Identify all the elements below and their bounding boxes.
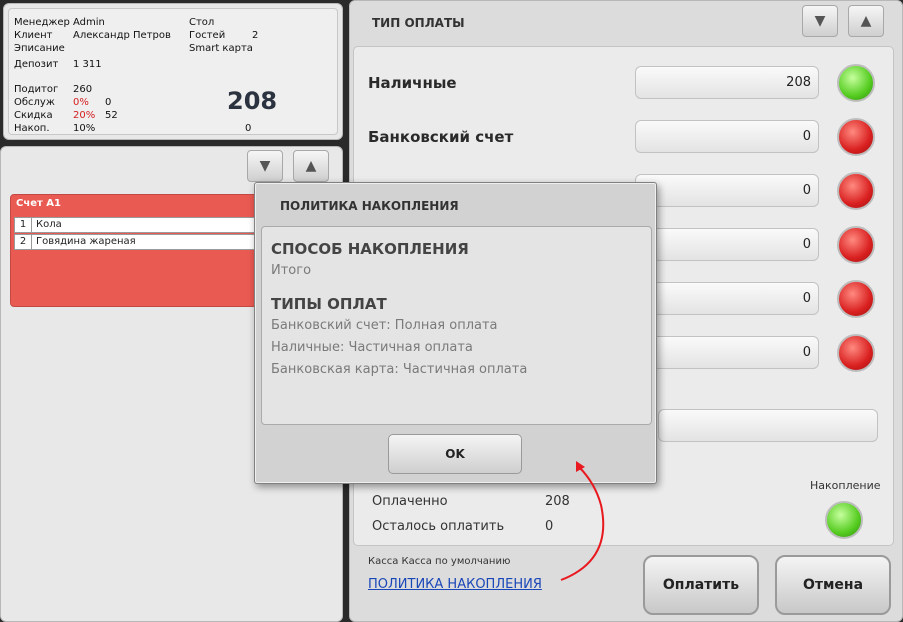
order-item-name: Кола (36, 219, 62, 230)
service-percent: 0% (73, 97, 89, 108)
dialog-title: ПОЛИТИКА НАКОПЛЕНИЯ (280, 199, 459, 213)
order-scroll-down-button[interactable]: ▼ (247, 150, 283, 182)
writeoff-label: Эписание (14, 43, 65, 54)
remaining-label: Осталось оплатить (372, 519, 505, 534)
manager-value: Admin (73, 17, 105, 28)
payment-type-rule: Банковская карта: Частичная оплата (271, 362, 528, 377)
deposit-value: 1 311 (73, 59, 102, 70)
status-indicator-inactive[interactable] (837, 226, 875, 264)
discount-value: 52 (105, 110, 118, 121)
payment-title: ТИП ОПЛАТЫ (372, 16, 465, 30)
payment-amount-field[interactable]: 0 (635, 336, 819, 369)
payment-amount-field[interactable]: 0 (635, 174, 819, 207)
remaining-value: 0 (545, 519, 554, 534)
chevron-down-icon: ▼ (259, 158, 271, 174)
discount-label: Скидка (14, 110, 53, 121)
paid-label: Оплаченно (372, 494, 448, 509)
order-scroll-up-button[interactable]: ▲ (293, 150, 329, 182)
accumulation-label: Накопление (810, 479, 881, 492)
accumulation-policy-dialog: ПОЛИТИКА НАКОПЛЕНИЯ СПОСОБ НАКОПЛЕНИЯ Ит… (254, 182, 657, 484)
subtotal-value: 260 (73, 84, 93, 95)
service-value: 0 (105, 97, 112, 108)
guests-value: 2 (252, 30, 259, 41)
payment-scroll-down-button[interactable]: ▼ (802, 5, 838, 37)
subtotal-label: Подитог (14, 84, 59, 95)
payment-amount-field[interactable]: 0 (635, 282, 819, 315)
payment-method-label: Наличные (368, 74, 457, 92)
payment-scroll-up-button[interactable]: ▲ (848, 5, 884, 37)
discount-percent: 20% (73, 110, 96, 121)
comment-field[interactable] (658, 409, 878, 442)
client-label: Клиент (14, 30, 53, 41)
payment-type-rule: Банковский счет: Полная оплата (271, 318, 498, 333)
types-heading: ТИПЫ ОПЛАТ (271, 295, 387, 313)
payment-amount-field[interactable]: 208 (635, 66, 819, 99)
payment-amount-field[interactable]: 0 (635, 228, 819, 261)
status-indicator-inactive[interactable] (837, 118, 875, 156)
guests-label: Гостей (189, 30, 226, 41)
order-info-panel: Менеджер Admin Клиент Александр Петров Э… (3, 3, 343, 140)
status-indicator-active[interactable] (837, 64, 875, 102)
service-label: Обслуж (14, 97, 55, 108)
chevron-down-icon: ▼ (814, 13, 826, 29)
order-info-box: Менеджер Admin Клиент Александр Петров Э… (8, 8, 338, 135)
pay-button[interactable]: Оплатить (643, 555, 759, 615)
cash-register-label: Касса Касса по умолчанию (368, 556, 511, 567)
dialog-body: СПОСОБ НАКОПЛЕНИЯ Итого ТИПЫ ОПЛАТ Банко… (261, 226, 652, 425)
accumulation-policy-link[interactable]: ПОЛИТИКА НАКОПЛЕНИЯ (368, 577, 542, 592)
status-indicator-inactive[interactable] (837, 172, 875, 210)
payment-type-rule: Наличные: Частичная оплата (271, 340, 473, 355)
manager-label: Менеджер (14, 17, 70, 28)
table-label: Стол (189, 17, 215, 28)
accum-percent: 10% (73, 123, 96, 134)
order-header: Счет А1 (16, 198, 61, 209)
accumulation-indicator[interactable] (825, 501, 863, 539)
order-total: 208 (227, 87, 278, 115)
deposit-label: Депозит (14, 59, 59, 70)
status-indicator-inactive[interactable] (837, 334, 875, 372)
ok-button[interactable]: OK (388, 434, 522, 474)
payment-method-label: Банковский счет (368, 128, 514, 146)
payment-amount-field[interactable]: 0 (635, 120, 819, 153)
accum-label: Накоп. (14, 123, 50, 134)
accum-value: 0 (245, 123, 252, 134)
order-item-number: 1 (15, 218, 32, 232)
annotation-arrow-icon (560, 461, 605, 581)
cancel-button[interactable]: Отмена (775, 555, 891, 615)
method-heading: СПОСОБ НАКОПЛЕНИЯ (271, 240, 469, 258)
order-item-name: Говядина жареная (36, 236, 136, 247)
chevron-up-icon: ▲ (305, 158, 317, 174)
chevron-up-icon: ▲ (860, 13, 872, 29)
status-indicator-inactive[interactable] (837, 280, 875, 318)
method-value: Итого (271, 263, 312, 278)
order-item-number: 2 (15, 235, 32, 249)
card-label: Smart карта (189, 43, 253, 54)
client-value: Александр Петров (73, 30, 171, 41)
